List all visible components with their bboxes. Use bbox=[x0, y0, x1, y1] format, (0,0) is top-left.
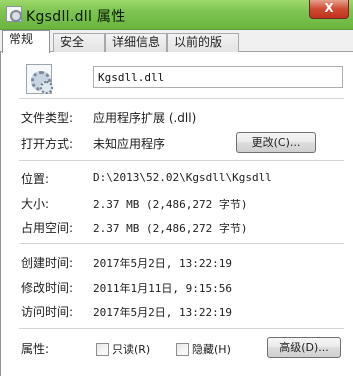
change-button[interactable]: 更改(C)... bbox=[236, 132, 316, 153]
tab-general[interactable]: 常规 bbox=[2, 30, 50, 53]
created-label: 创建时间: bbox=[21, 256, 74, 270]
file-type-value: 应用程序扩展 (.dll) bbox=[93, 111, 197, 125]
size-label: 大小: bbox=[21, 197, 50, 211]
size-on-disk-value: 2.37 MB (2,486,272 字节) bbox=[93, 222, 248, 235]
close-button[interactable]: X bbox=[309, 0, 349, 19]
dll-gear-file-icon bbox=[26, 64, 53, 94]
divider bbox=[19, 160, 344, 161]
modified-label: 修改时间: bbox=[21, 281, 74, 295]
title-bar[interactable]: Kgsdll.dll 属性 X bbox=[0, 0, 353, 30]
general-tab-panel: 文件类型: 应用程序扩展 (.dll) 打开方式: 未知应用程序 更改(C)..… bbox=[0, 52, 353, 376]
opens-with-label: 打开方式: bbox=[21, 137, 74, 151]
divider bbox=[19, 328, 344, 329]
location-value: D:\2013\52.02\Kgsdll\Kgsdll bbox=[93, 171, 272, 184]
tab-bar: 常规 安全 详细信息 以前的版本 bbox=[0, 30, 353, 66]
advanced-button[interactable]: 高级(D)... bbox=[267, 337, 341, 358]
tab-security[interactable]: 安全 bbox=[53, 33, 105, 52]
readonly-checkbox-label[interactable]: 只读(R) bbox=[112, 343, 150, 356]
accessed-value: 2017年5月2日, 13:22:19 bbox=[93, 306, 232, 319]
file-type-label: 文件类型: bbox=[21, 111, 74, 125]
hidden-checkbox-label[interactable]: 隐藏(H) bbox=[192, 343, 231, 356]
opens-with-value: 未知应用程序 bbox=[93, 137, 166, 151]
location-label: 位置: bbox=[21, 172, 50, 186]
dll-file-icon bbox=[6, 6, 22, 22]
readonly-checkbox-box[interactable] bbox=[96, 342, 109, 356]
file-name-input[interactable] bbox=[93, 66, 343, 88]
tab-previous-versions[interactable]: 以前的版本 bbox=[167, 33, 239, 66]
created-value: 2017年5月2日, 13:22:19 bbox=[93, 257, 232, 270]
accessed-label: 访问时间: bbox=[21, 305, 74, 319]
divider bbox=[19, 98, 344, 99]
hidden-checkbox[interactable]: 隐藏(H) bbox=[176, 341, 231, 357]
tab-details[interactable]: 详细信息 bbox=[105, 33, 167, 52]
window-title: Kgsdll.dll 属性 bbox=[26, 9, 126, 25]
modified-value: 2011年1月11日, 9:15:56 bbox=[93, 282, 232, 295]
size-value: 2.37 MB (2,486,272 字节) bbox=[93, 198, 248, 211]
readonly-checkbox[interactable]: 只读(R) bbox=[96, 341, 150, 357]
divider bbox=[19, 243, 344, 244]
hidden-checkbox-box[interactable] bbox=[176, 342, 189, 356]
attributes-label: 属性: bbox=[21, 342, 50, 356]
size-on-disk-label: 占用空间: bbox=[21, 221, 74, 235]
